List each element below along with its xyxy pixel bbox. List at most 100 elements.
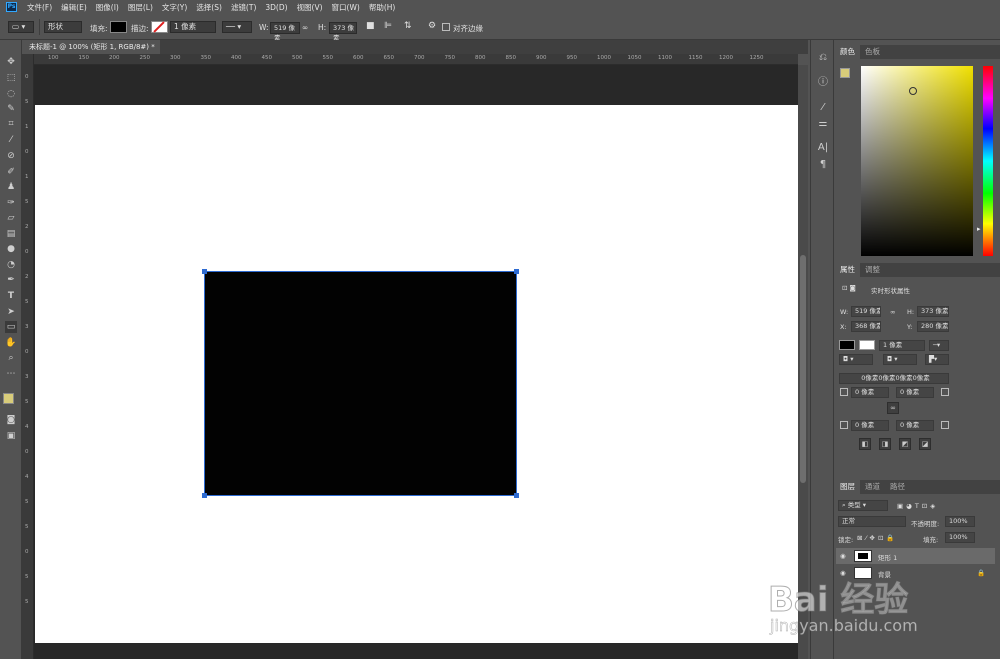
menu-filter[interactable]: 滤镜(T): [231, 2, 256, 13]
layer-filter-icons[interactable]: ▣◕T⊡◈: [897, 502, 938, 510]
menu-type[interactable]: 文字(Y): [162, 2, 187, 13]
prop-fill-swatch[interactable]: [839, 340, 855, 350]
layer-name[interactable]: 背景: [878, 569, 891, 579]
tab-paths[interactable]: 路径: [885, 480, 910, 494]
brush-tool-icon[interactable]: ✐: [5, 166, 17, 178]
eyedropper-tool-icon[interactable]: ⁄: [5, 134, 17, 146]
quick-select-tool-icon[interactable]: ✎: [5, 103, 17, 115]
prop-stroke-swatch[interactable]: [859, 340, 875, 350]
healing-brush-tool-icon[interactable]: ⊘: [5, 150, 17, 162]
path-operations-icon[interactable]: ■: [366, 21, 375, 31]
menu-window[interactable]: 窗口(W): [332, 2, 360, 13]
shape-mode-select[interactable]: 形状: [44, 21, 82, 33]
tab-channels[interactable]: 通道: [860, 480, 885, 494]
gradient-tool-icon[interactable]: ▤: [5, 228, 17, 240]
menu-view[interactable]: 视图(V): [297, 2, 323, 13]
layer-row[interactable]: ◉ 背景 🔒: [836, 565, 995, 581]
menu-help[interactable]: 帮助(H): [369, 2, 396, 13]
menu-3d[interactable]: 3D(D): [265, 3, 287, 12]
move-tool-icon[interactable]: ✥: [5, 56, 17, 68]
dodge-tool-icon[interactable]: ◔: [5, 259, 17, 271]
path-selection-tool-icon[interactable]: ➤: [5, 306, 17, 318]
eraser-tool-icon[interactable]: ▱: [5, 212, 17, 224]
prop-width-field[interactable]: 519 像素: [851, 306, 881, 317]
menu-file[interactable]: 文件(F): [27, 2, 52, 13]
character-panel-icon[interactable]: A|: [817, 142, 829, 154]
menu-edit[interactable]: 编辑(E): [61, 2, 87, 13]
paragraph-panel-icon[interactable]: ¶: [817, 159, 829, 171]
subtract-shape-button[interactable]: ◨: [879, 438, 891, 450]
clone-stamp-tool-icon[interactable]: ♟: [5, 181, 17, 193]
tab-layers[interactable]: 图层: [835, 480, 860, 494]
prop-link-icon[interactable]: ∞: [890, 308, 895, 316]
brush-settings-icon[interactable]: ⁄: [817, 102, 829, 114]
corner-br-field[interactable]: 0 像素: [896, 420, 934, 431]
prop-stroke-type-select[interactable]: ─▾: [929, 340, 949, 351]
combine-shapes-button[interactable]: ◧: [859, 438, 871, 450]
corner-handle[interactable]: [202, 493, 207, 498]
hand-tool-icon[interactable]: ✋: [5, 337, 17, 349]
type-tool-icon[interactable]: T: [5, 290, 17, 302]
link-corners-button[interactable]: ∞: [887, 402, 899, 414]
layer-name[interactable]: 矩形 1: [878, 552, 897, 562]
stroke-width-field[interactable]: 1 像素: [170, 21, 216, 33]
info-panel-icon[interactable]: ⓘ: [817, 77, 829, 89]
corner-handle[interactable]: [202, 269, 207, 274]
rectangle-shape[interactable]: [202, 269, 519, 498]
quick-mask-icon[interactable]: ◙: [5, 414, 17, 426]
adjustments-icon[interactable]: ⚌: [817, 118, 829, 130]
fill-field[interactable]: 100%: [945, 532, 975, 543]
lock-icons[interactable]: ⊠⁄✥⊡🔒: [857, 534, 898, 542]
prop-stroke-width-field[interactable]: 1 像素: [879, 340, 925, 351]
color-picker-field[interactable]: [861, 66, 973, 256]
visibility-eye-icon[interactable]: ◉: [840, 569, 846, 577]
path-alignment-icon[interactable]: ⊫: [384, 21, 392, 31]
width-field[interactable]: 519 像素: [270, 22, 300, 42]
link-icon[interactable]: ∞: [302, 23, 308, 32]
crop-tool-icon[interactable]: ⌗: [5, 118, 17, 130]
tab-properties[interactable]: 属性: [835, 263, 860, 277]
align-edges-checkbox[interactable]: [442, 23, 450, 31]
stroke-swatch[interactable]: [151, 21, 168, 33]
tab-swatches[interactable]: 色板: [860, 45, 885, 59]
prop-y-field[interactable]: 280 像素: [917, 321, 949, 332]
visibility-eye-icon[interactable]: ◉: [840, 552, 846, 560]
menu-layer[interactable]: 图层(L): [128, 2, 153, 13]
history-panel-icon[interactable]: ⎌: [817, 52, 829, 64]
pen-tool-icon[interactable]: ✒: [5, 274, 17, 286]
prop-x-field[interactable]: 368 像素: [851, 321, 881, 332]
zoom-tool-icon[interactable]: ⌕: [5, 352, 17, 364]
foreground-color-chip[interactable]: [840, 68, 850, 78]
path-arrangement-icon[interactable]: ⇅: [404, 21, 412, 31]
layer-row-selected[interactable]: ◉ 矩形 1: [836, 548, 995, 564]
menu-image[interactable]: 图像(I): [96, 2, 119, 13]
opacity-field[interactable]: 100%: [945, 516, 975, 527]
screen-mode-icon[interactable]: ▣: [5, 430, 17, 442]
gear-icon[interactable]: ⚙: [428, 21, 436, 31]
foreground-color-swatch[interactable]: [3, 393, 14, 404]
height-field[interactable]: 373 像素: [329, 22, 357, 42]
blur-tool-icon[interactable]: ●: [5, 243, 17, 255]
fill-swatch[interactable]: [110, 21, 127, 33]
color-picker-cursor[interactable]: [909, 87, 917, 95]
prop-stroke-join-select[interactable]: ▛▾: [925, 354, 949, 365]
hue-slider-pointer-icon[interactable]: ▸: [977, 225, 981, 233]
document-tab[interactable]: 未标题-1 @ 100% (矩形 1, RGB/8#) * ×: [22, 40, 160, 54]
prop-height-field[interactable]: 373 像素: [917, 306, 949, 317]
hue-slider[interactable]: [983, 66, 993, 256]
blend-mode-select[interactable]: 正常: [838, 516, 906, 527]
tool-preset-picker[interactable]: ▭ ▾: [8, 21, 34, 33]
lasso-tool-icon[interactable]: ◌: [5, 88, 17, 100]
corner-bl-field[interactable]: 0 像素: [851, 420, 889, 431]
layer-kind-filter[interactable]: ⌕ 类型 ▾: [838, 500, 888, 511]
prop-stroke-cap-select[interactable]: ◘ ▾: [883, 354, 917, 365]
prop-stroke-align-select[interactable]: ◘ ▾: [839, 354, 873, 365]
menu-select[interactable]: 选择(S): [196, 2, 222, 13]
corner-handle[interactable]: [514, 269, 519, 274]
tab-color[interactable]: 颜色: [835, 45, 860, 59]
intersect-shape-button[interactable]: ◩: [899, 438, 911, 450]
history-brush-tool-icon[interactable]: ✑: [5, 197, 17, 209]
corner-radius-all[interactable]: 0像素0像素0像素0像素: [839, 373, 949, 384]
corner-handle[interactable]: [514, 493, 519, 498]
corner-tr-field[interactable]: 0 像素: [896, 387, 934, 398]
